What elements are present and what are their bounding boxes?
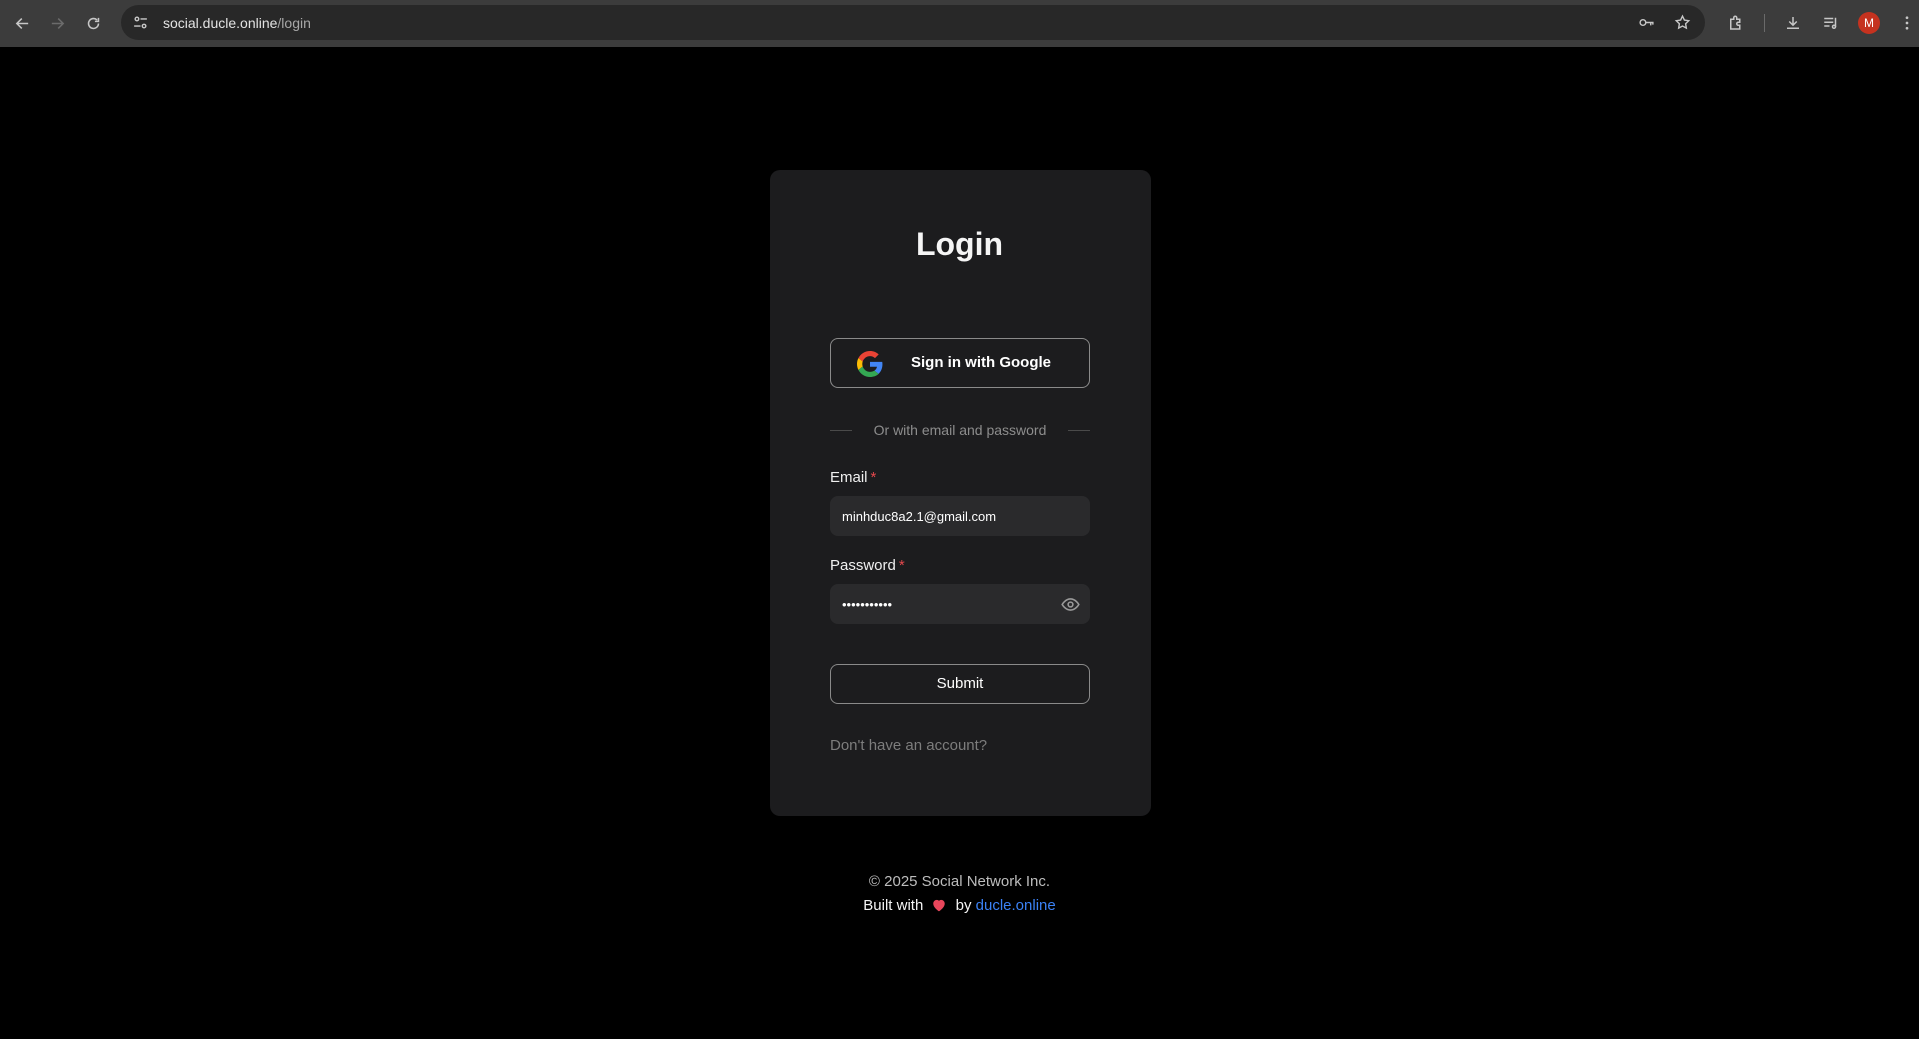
reload-icon bbox=[87, 17, 99, 29]
url-path: /login bbox=[277, 14, 311, 31]
required-marker: * bbox=[898, 557, 905, 574]
avatar: M bbox=[1858, 11, 1880, 34]
menu-icon bbox=[1905, 15, 1909, 30]
bookmark-button[interactable] bbox=[1667, 8, 1697, 38]
browser-menu-button[interactable] bbox=[1889, 5, 1919, 40]
password-label-text: Password bbox=[830, 557, 896, 574]
built-with-text: Built with bbox=[863, 897, 924, 914]
google-logo-icon bbox=[857, 351, 883, 377]
google-signin-label: Sign in with Google bbox=[911, 354, 1051, 371]
email-label-text: Email bbox=[830, 469, 868, 486]
footer-site-link[interactable]: ducle.online bbox=[976, 897, 1056, 914]
built-with-line: Built with by ducle.online bbox=[0, 897, 1919, 914]
forward-button[interactable] bbox=[39, 5, 75, 41]
divider-line-left bbox=[830, 429, 852, 431]
browser-toolbar: social.ducle.online/login M bbox=[0, 0, 1919, 47]
site-info-icon bbox=[133, 16, 147, 29]
star-icon bbox=[1674, 14, 1690, 30]
email-value: minhduc8a2.1@gmail.com bbox=[842, 508, 997, 524]
back-button[interactable] bbox=[4, 5, 40, 41]
or-divider: Or with email and password bbox=[830, 420, 1090, 440]
by-text: by bbox=[955, 897, 972, 914]
email-field[interactable]: minhduc8a2.1@gmail.com bbox=[830, 496, 1090, 536]
divider-text: Or with email and password bbox=[873, 422, 1047, 438]
google-signin-button[interactable]: Sign in with Google bbox=[830, 338, 1090, 388]
page-title: Login bbox=[915, 226, 1004, 262]
url-host: social.ducle.online bbox=[163, 14, 278, 31]
download-icon bbox=[1787, 16, 1799, 29]
address-bar[interactable]: social.ducle.online/login bbox=[121, 5, 1705, 40]
password-value: ••••••••••• bbox=[842, 596, 893, 612]
site-info-button[interactable] bbox=[123, 5, 157, 40]
extensions-button[interactable] bbox=[1718, 5, 1754, 40]
profile-button[interactable]: M bbox=[1851, 5, 1887, 40]
extensions-icon bbox=[1730, 15, 1741, 30]
downloads-button[interactable] bbox=[1775, 5, 1811, 40]
heart-icon bbox=[931, 897, 947, 914]
back-icon bbox=[15, 17, 28, 29]
toolbar-divider bbox=[1764, 13, 1765, 32]
reload-button[interactable] bbox=[75, 5, 111, 41]
required-marker: * bbox=[870, 469, 877, 486]
signup-link[interactable]: Don't have an account? bbox=[830, 737, 987, 754]
email-label: Email * bbox=[830, 469, 876, 486]
submit-button[interactable]: Submit bbox=[830, 664, 1090, 704]
key-icon bbox=[1638, 18, 1654, 27]
password-label: Password * bbox=[830, 557, 905, 574]
forward-icon bbox=[51, 17, 64, 29]
login-card bbox=[770, 170, 1151, 816]
eye-icon[interactable] bbox=[1061, 595, 1080, 614]
url-text[interactable]: social.ducle.online/login bbox=[163, 15, 311, 31]
reading-list-icon bbox=[1824, 17, 1837, 29]
password-field[interactable]: ••••••••••• bbox=[830, 584, 1090, 624]
divider-line-right bbox=[1068, 429, 1090, 431]
password-manager-button[interactable] bbox=[1631, 8, 1661, 38]
copyright-text: © 2025 Social Network Inc. bbox=[868, 873, 1051, 890]
reading-list-button[interactable] bbox=[1813, 5, 1849, 40]
